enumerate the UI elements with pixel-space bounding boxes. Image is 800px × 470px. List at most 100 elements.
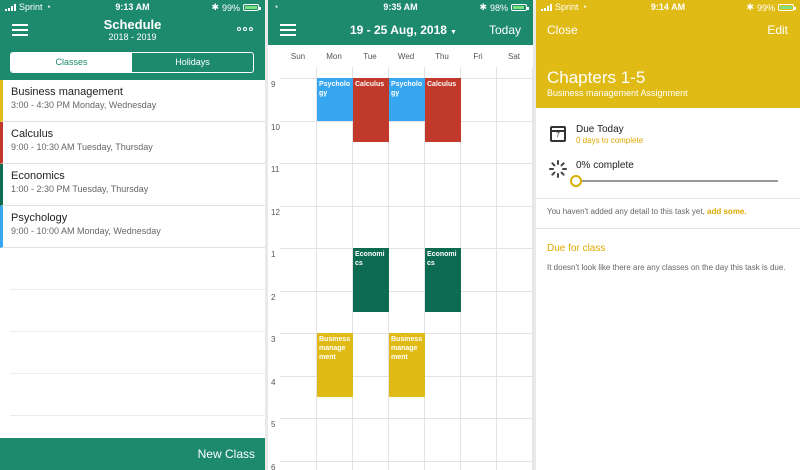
more-icon[interactable] xyxy=(237,27,253,31)
edit-button[interactable]: Edit xyxy=(767,23,788,37)
bluetooth-icon: ✱ xyxy=(746,2,754,12)
task-header: Sprint ◔ 9:14 AM ✱ 99% Close Edit Chapte… xyxy=(536,0,800,108)
page-title: Schedule xyxy=(103,17,162,32)
segmented-control: Classes Holidays xyxy=(10,52,254,73)
class-item-calculus[interactable]: Calculus 9:00 - 10:30 AM Tuesday, Thursd… xyxy=(0,122,265,164)
grid-hour-line xyxy=(280,460,533,462)
class-list: Business management 3:00 - 4:30 PM Monda… xyxy=(0,80,265,248)
grid-hour-line xyxy=(280,248,533,249)
calendar-icon: 7 xyxy=(550,126,566,142)
week-grid[interactable]: Sun Mon Tue Wed Thu Fri Sat 9 10 11 12 1 2 3 4 5 6 Psycho… xyxy=(268,45,533,470)
close-button[interactable]: Close xyxy=(547,23,578,37)
date-range: 19 - 25 Aug, 2018 xyxy=(350,23,447,37)
class-item-economics[interactable]: Economics 1:00 - 2:30 PM Tuesday, Thursd… xyxy=(0,164,265,206)
status-bar: ◔ 9:35 AM ✱ 98% xyxy=(268,0,533,14)
date-range-picker[interactable]: 19 - 25 Aug, 2018 ▼ xyxy=(350,23,457,37)
tab-classes[interactable]: Classes xyxy=(11,53,132,72)
calendar-event[interactable]: Business management xyxy=(317,333,353,397)
divider xyxy=(536,198,800,199)
empty-list-rows xyxy=(10,248,265,416)
day-header-fri: Fri xyxy=(473,52,483,61)
grid-column-line xyxy=(496,67,497,470)
calendar-event[interactable]: Calculus xyxy=(425,78,461,142)
no-detail-message: You haven't added any detail to this tas… xyxy=(547,207,705,216)
day-header-tue: Tue xyxy=(363,52,377,61)
calendar-event[interactable]: Psychology xyxy=(389,78,425,121)
day-header-sun: Sun xyxy=(290,52,306,61)
due-for-class-heading: Due for class xyxy=(547,243,606,254)
hour-label: 5 xyxy=(271,420,276,429)
empty-row xyxy=(10,332,265,374)
new-class-button[interactable]: New Class xyxy=(0,438,265,470)
grid-hour-line xyxy=(280,205,533,207)
bluetooth-icon: ✱ xyxy=(479,2,487,12)
task-title: Chapters 1-5 xyxy=(547,68,646,87)
battery-percent: 98% xyxy=(489,2,508,13)
grid-hour-line xyxy=(280,418,533,419)
empty-row xyxy=(10,374,265,416)
battery-icon xyxy=(243,4,261,11)
battery-icon xyxy=(511,4,529,11)
menu-icon[interactable] xyxy=(280,24,296,36)
progress-slider-thumb[interactable] xyxy=(570,175,582,187)
empty-row xyxy=(10,248,265,290)
class-time: 1:00 - 2:30 PM Tuesday, Thursday xyxy=(11,184,149,194)
grid-column-line xyxy=(532,67,533,470)
no-detail-text: You haven't added any detail to this tas… xyxy=(547,207,747,216)
bluetooth-icon: ✱ xyxy=(211,2,219,12)
calendar-event[interactable]: Psychology xyxy=(317,78,353,121)
task-detail-screen: Sprint ◔ 9:14 AM ✱ 99% Close Edit Chapte… xyxy=(536,0,800,470)
class-item-business[interactable]: Business management 3:00 - 4:30 PM Monda… xyxy=(0,80,265,122)
hour-label: 3 xyxy=(271,335,276,344)
class-time: 3:00 - 4:30 PM Monday, Wednesday xyxy=(11,100,157,110)
empty-row xyxy=(10,290,265,332)
calendar-header: ◔ 9:35 AM ✱ 98% 19 - 25 Aug, 2018 ▼ Today xyxy=(268,0,533,45)
tab-holidays[interactable]: Holidays xyxy=(132,53,253,72)
calendar-day: 7 xyxy=(556,132,560,139)
hour-label: 11 xyxy=(271,165,280,174)
page-subtitle: 2018 - 2019 xyxy=(108,32,157,42)
hour-label: 1 xyxy=(271,250,276,259)
progress-icon xyxy=(549,160,567,178)
calendar-event[interactable]: Calculus xyxy=(353,78,389,142)
dropdown-icon: ▼ xyxy=(449,29,457,36)
hour-label: 4 xyxy=(271,377,276,387)
class-name: Economics xyxy=(11,170,65,182)
hour-label: 2 xyxy=(271,292,276,302)
day-header-thu: Thu xyxy=(435,52,449,61)
grid-hour-line xyxy=(280,290,533,292)
due-subtitle: 0 days to complete xyxy=(576,136,644,145)
progress-slider-track[interactable] xyxy=(576,180,778,182)
divider xyxy=(536,228,800,229)
class-time: 9:00 - 10:30 AM Tuesday, Thursday xyxy=(11,142,153,152)
battery-percent: 99% xyxy=(756,2,775,13)
class-name: Psychology xyxy=(11,212,68,224)
due-title: Due Today xyxy=(576,124,624,135)
schedule-screen: Sprint ◔ 9:13 AM ✱ 99% Schedule 2018 - 2… xyxy=(0,0,265,470)
status-right: ✱ 99% xyxy=(211,2,261,13)
day-header-wed: Wed xyxy=(397,52,415,61)
battery-icon xyxy=(778,4,796,11)
grid-hour-line xyxy=(280,120,533,122)
class-item-psychology[interactable]: Psychology 9:00 - 10:00 AM Monday, Wedne… xyxy=(0,206,265,248)
status-bar: Sprint ◔ 9:14 AM ✱ 99% xyxy=(536,0,800,14)
day-header-mon: Mon xyxy=(326,52,342,61)
status-bar: Sprint ◔ 9:13 AM ✱ 99% xyxy=(0,0,265,14)
schedule-header: Sprint ◔ 9:13 AM ✱ 99% Schedule 2018 - 2… xyxy=(0,0,265,80)
hour-label: 12 xyxy=(271,207,280,217)
battery-percent: 99% xyxy=(221,2,240,13)
hour-label: 10 xyxy=(271,122,280,132)
progress-label: 0% complete xyxy=(576,160,634,171)
class-name: Calculus xyxy=(11,128,54,140)
calendar-event[interactable]: Business management xyxy=(389,333,425,397)
today-button[interactable]: Today xyxy=(489,23,521,37)
calendar-event[interactable]: Economics xyxy=(353,248,389,312)
grid-hour-line xyxy=(280,163,533,164)
status-right: ✱ 98% xyxy=(479,2,529,13)
hour-label: 9 xyxy=(271,80,276,89)
status-right: ✱ 99% xyxy=(746,2,796,13)
no-classes-message: It doesn't look like there are any class… xyxy=(547,263,786,272)
calendar-event[interactable]: Economics xyxy=(425,248,461,312)
add-some-link[interactable]: add some. xyxy=(707,207,747,216)
task-subtitle: Business management Assignment xyxy=(547,88,688,98)
